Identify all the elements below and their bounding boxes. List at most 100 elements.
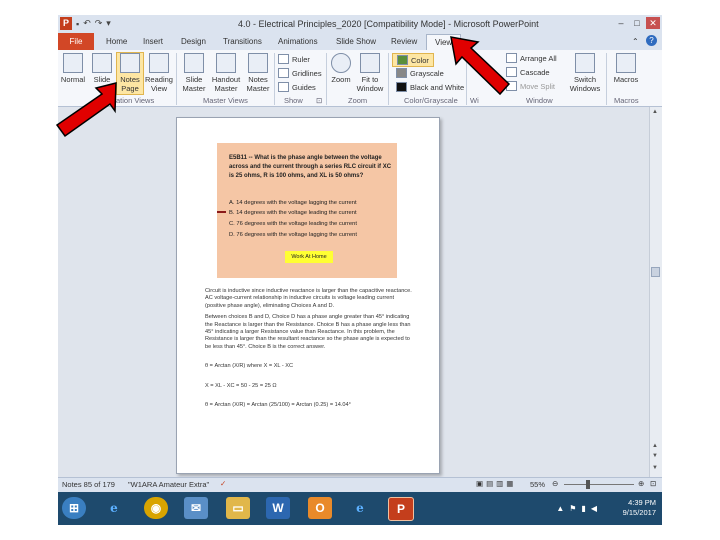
clock-date: 9/15/2017 (622, 508, 656, 517)
tab-file[interactable]: File (58, 33, 94, 50)
chrome-icon[interactable]: ◉ (144, 497, 168, 519)
work-at-home-button[interactable]: Work At Home (285, 251, 333, 263)
gridlines-checkbox[interactable]: Gridlines (278, 68, 322, 78)
reading-view-button[interactable]: Reading View (144, 53, 174, 93)
macros-icon (616, 53, 636, 73)
zoom-in-icon[interactable]: ⊕ (638, 479, 644, 488)
handout-master-button[interactable]: Handout Master (210, 53, 242, 93)
ruler-checkbox[interactable]: Ruler (278, 54, 310, 64)
quick-access-toolbar: P ▪ ↶ ↷ ▾ (60, 17, 111, 30)
next-page-icon[interactable]: ▼ (652, 453, 658, 459)
maximize-icon[interactable]: □ (630, 17, 644, 29)
mail-icon[interactable]: ✉ (184, 497, 208, 519)
red-arrow-view-tab-icon (450, 36, 511, 96)
slide-master-button[interactable]: Slide Master (180, 53, 208, 93)
scroll-thumb[interactable] (651, 267, 660, 277)
notes-master-button[interactable]: Notes Master (244, 53, 272, 93)
taskbar: ⊞ e ◉ ✉ ▭ W O e P ▲⚑▮◀ 4:39 PM 9/15/2017 (58, 492, 662, 525)
macros-button[interactable]: Macros (612, 53, 640, 84)
notes-formula-1: θ = Arctan (X/R) where X = XL - XC (205, 363, 294, 370)
ribbon-view: Normal Slide Notes Page Reading View ati… (58, 50, 662, 107)
folder-icon[interactable]: ▭ (226, 497, 250, 519)
start-button-icon[interactable]: ⊞ (62, 497, 86, 519)
internet-explorer-icon[interactable]: e (102, 497, 126, 519)
close-icon[interactable]: ✕ (646, 17, 660, 29)
tab-transitions[interactable]: Transitions (223, 37, 262, 46)
notes-page-icon (120, 53, 140, 73)
fit-to-window-icon (360, 53, 380, 73)
reading-view-icon (149, 53, 169, 73)
guides-checkbox[interactable]: Guides (278, 82, 316, 92)
notes-formula-2: X = XL - XC = 50 - 25 = 25 Ω (205, 382, 277, 389)
clock[interactable]: 4:39 PM 9/15/2017 (623, 498, 656, 518)
system-tray-icons[interactable]: ▲⚑▮◀ (556, 504, 602, 513)
notes-page: E5B11 -- What is the phase angle between… (176, 117, 440, 474)
move-split-button[interactable]: Move Split (506, 81, 555, 91)
color-button[interactable]: Color (392, 53, 434, 67)
notes-master-icon (248, 53, 268, 73)
scroll-up-icon[interactable]: ▲ (652, 109, 658, 115)
slide-thumbnail[interactable]: E5B11 -- What is the phase angle between… (217, 143, 397, 278)
tab-insert[interactable]: Insert (143, 37, 163, 46)
zoom-icon (331, 53, 351, 73)
zoom-slider-thumb[interactable] (586, 480, 590, 489)
grayscale-icon (396, 68, 407, 78)
internet-explorer-pinned-icon[interactable]: e (348, 497, 372, 519)
theme-name: "W1ARA Amateur Extra" (128, 480, 210, 489)
notes-paragraph-1: Circuit is inductive since inductive rea… (205, 288, 412, 309)
powerpoint-taskbar-icon[interactable]: P (388, 497, 414, 521)
color-icon (397, 55, 408, 65)
zoom-level[interactable]: 55% (530, 480, 545, 489)
black-and-white-icon (396, 82, 407, 92)
title-bar: P ▪ ↶ ↷ ▾ 4.0 - Electrical Principles_20… (58, 15, 662, 33)
slide-master-icon (184, 53, 204, 73)
customize-qat-icon[interactable]: ▾ (106, 18, 111, 29)
notes-paragraph-2: Between choices B and D, Choice D has a … (205, 314, 411, 350)
show-dialog-launcher-icon[interactable]: ⊡ (316, 96, 322, 105)
group-label-master-views: Master Views (203, 96, 248, 105)
minimize-icon[interactable]: – (614, 17, 628, 29)
previous-page-icon[interactable]: ▲ (652, 443, 658, 449)
grayscale-button[interactable]: Grayscale (396, 68, 444, 78)
ribbon-tabs: File Home Insert Design Transitions Anim… (58, 33, 662, 50)
notes-text[interactable]: Circuit is inductive since inductive rea… (205, 288, 415, 421)
minimize-ribbon-icon[interactable]: ⌃ (632, 37, 639, 46)
arrange-all-button[interactable]: Arrange All (506, 53, 557, 63)
tab-slide-show[interactable]: Slide Show (336, 37, 376, 46)
red-arrow-notes-page-icon (55, 82, 117, 138)
notes-formula-3: θ = Arctan (X/R) = Arctan (25/100) = Arc… (205, 402, 351, 409)
view-shortcuts-icon[interactable]: ▣▤▥▦ (476, 479, 516, 488)
tab-home[interactable]: Home (106, 37, 127, 46)
page-indicator: Notes 85 of 179 (62, 480, 115, 489)
clock-time: 4:39 PM (628, 498, 656, 507)
word-icon[interactable]: W (266, 497, 290, 519)
vertical-scrollbar[interactable]: ▲ ▲ ▼ ▼ (649, 107, 662, 477)
powerpoint-window: P ▪ ↶ ↷ ▾ 4.0 - Electrical Principles_20… (58, 15, 662, 525)
help-icon[interactable]: ? (646, 35, 657, 46)
fit-slide-icon[interactable]: ⊡ (650, 479, 656, 488)
slide-sorter-icon (92, 53, 112, 73)
zoom-out-icon[interactable]: ⊖ (552, 479, 558, 488)
group-label-macros: Macros (614, 96, 639, 105)
cascade-button[interactable]: Cascade (506, 67, 550, 77)
slide-option-d: D. 76 degrees with the voltage lagging t… (229, 232, 357, 238)
tab-design[interactable]: Design (181, 37, 206, 46)
fit-to-window-button[interactable]: Fit to Window (356, 53, 384, 93)
switch-windows-button[interactable]: Switch Windows (568, 53, 602, 93)
powerpoint-app-icon[interactable]: P (60, 17, 72, 30)
redo-icon[interactable]: ↷ (95, 18, 103, 29)
tab-review[interactable]: Review (391, 37, 417, 46)
zoom-slider[interactable] (564, 484, 634, 485)
switch-windows-icon (575, 53, 595, 73)
spell-check-icon[interactable]: ✓ (220, 479, 226, 488)
window-title: 4.0 - Electrical Principles_2020 [Compat… (238, 19, 539, 29)
undo-icon[interactable]: ↶ (83, 18, 91, 29)
scroll-down-icon[interactable]: ▼ (652, 465, 658, 471)
normal-view-icon (63, 53, 83, 73)
outlook-icon[interactable]: O (308, 497, 332, 519)
zoom-button[interactable]: Zoom (330, 53, 352, 84)
answer-pointer-icon (217, 211, 226, 213)
tab-animations[interactable]: Animations (278, 37, 318, 46)
slide-option-c: C. 76 degrees with the voltage leading t… (229, 221, 357, 227)
save-icon[interactable]: ▪ (76, 19, 79, 29)
